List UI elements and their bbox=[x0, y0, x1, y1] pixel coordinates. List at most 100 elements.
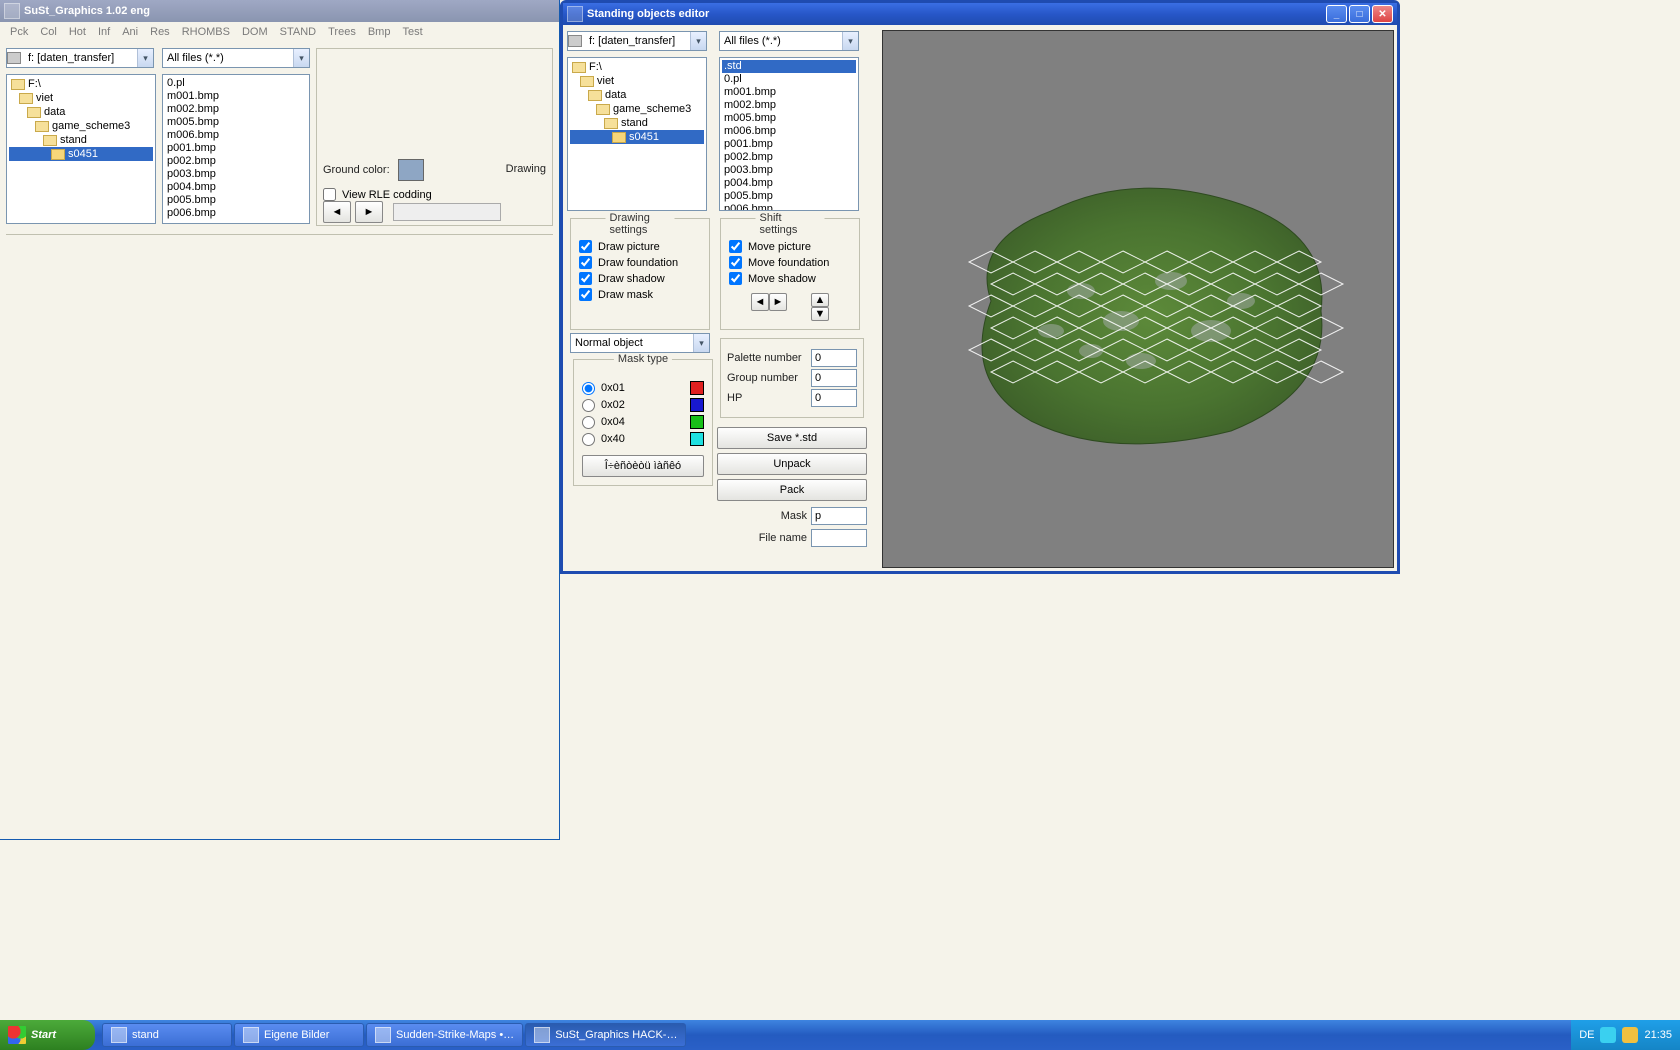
mask-0x40-radio[interactable] bbox=[582, 433, 595, 446]
move-picture-check[interactable] bbox=[729, 240, 742, 253]
tree-root[interactable]: F:\ bbox=[570, 60, 704, 74]
draw-picture-check[interactable] bbox=[579, 240, 592, 253]
menu-inf[interactable]: Inf bbox=[92, 24, 116, 40]
folder-tree-1[interactable]: F:\ viet data game_scheme3 stand s0451 bbox=[6, 74, 156, 224]
slider-track[interactable] bbox=[393, 203, 501, 221]
maximize-button[interactable]: □ bbox=[1349, 5, 1370, 23]
tree-s0451[interactable]: s0451 bbox=[570, 130, 704, 144]
filter-combo-2[interactable]: All files (*.*) bbox=[719, 31, 859, 51]
start-button[interactable]: Start bbox=[0, 1020, 95, 1050]
close-button[interactable]: ✕ bbox=[1372, 5, 1393, 23]
filter-combo-1[interactable]: All files (*.*) bbox=[162, 48, 310, 68]
chevron-down-icon[interactable] bbox=[693, 334, 709, 352]
mask-input[interactable] bbox=[811, 507, 867, 525]
lang-indicator[interactable]: DE bbox=[1579, 1029, 1594, 1041]
list-item[interactable]: .std bbox=[722, 60, 856, 73]
tree-viet[interactable]: viet bbox=[9, 91, 153, 105]
list-item[interactable]: p005.bmp bbox=[722, 190, 856, 203]
next-button[interactable]: ► bbox=[355, 201, 383, 223]
list-item[interactable]: p003.bmp bbox=[165, 168, 307, 181]
list-item[interactable]: m001.bmp bbox=[165, 90, 307, 103]
menu-hot[interactable]: Hot bbox=[63, 24, 92, 40]
preview-canvas[interactable] bbox=[882, 30, 1394, 568]
pack-button[interactable]: Pack bbox=[717, 479, 867, 501]
menu-col[interactable]: Col bbox=[34, 24, 63, 40]
list-item[interactable]: p004.bmp bbox=[165, 181, 307, 194]
tree-data[interactable]: data bbox=[570, 88, 704, 102]
tree-stand[interactable]: stand bbox=[570, 116, 704, 130]
view-rle-checkbox[interactable] bbox=[323, 188, 336, 201]
move-foundation-check[interactable] bbox=[729, 256, 742, 269]
menu-res[interactable]: Res bbox=[144, 24, 176, 40]
shift-left-button[interactable]: ◄ bbox=[751, 293, 769, 311]
list-item[interactable]: p006.bmp bbox=[722, 203, 856, 211]
tree-scheme[interactable]: game_scheme3 bbox=[570, 102, 704, 116]
list-item[interactable]: p004.bmp bbox=[722, 177, 856, 190]
chevron-down-icon[interactable] bbox=[690, 32, 706, 50]
draw-shadow-check[interactable] bbox=[579, 272, 592, 285]
menu-pck[interactable]: Pck bbox=[4, 24, 34, 40]
list-item[interactable]: m002.bmp bbox=[722, 99, 856, 112]
menu-rhombs[interactable]: RHOMBS bbox=[176, 24, 236, 40]
file-list-2[interactable]: .std 0.pl m001.bmp m002.bmp m005.bmp m00… bbox=[719, 57, 859, 211]
mask-0x02-radio[interactable] bbox=[582, 399, 595, 412]
tree-data[interactable]: data bbox=[9, 105, 153, 119]
save-std-button[interactable]: Save *.std bbox=[717, 427, 867, 449]
list-item[interactable]: m006.bmp bbox=[165, 129, 307, 142]
list-item[interactable]: m005.bmp bbox=[722, 112, 856, 125]
object-type-combo[interactable]: Normal object bbox=[570, 333, 710, 353]
chevron-down-icon[interactable] bbox=[137, 49, 153, 67]
taskbar-item-stand[interactable]: stand bbox=[102, 1023, 232, 1047]
list-item[interactable]: m005.bmp bbox=[165, 116, 307, 129]
mask-0x01-radio[interactable] bbox=[582, 382, 595, 395]
tree-root[interactable]: F:\ bbox=[9, 77, 153, 91]
taskbar-item-sust[interactable]: SuSt_Graphics HACK-… bbox=[525, 1023, 686, 1047]
list-item[interactable]: p001.bmp bbox=[722, 138, 856, 151]
list-item[interactable]: p002.bmp bbox=[165, 155, 307, 168]
list-item[interactable]: p006.bmp bbox=[165, 207, 307, 220]
menu-trees[interactable]: Trees bbox=[322, 24, 362, 40]
tray-icon[interactable] bbox=[1600, 1027, 1616, 1043]
list-item[interactable]: p002.bmp bbox=[722, 151, 856, 164]
titlebar-win2[interactable]: Standing objects editor _ □ ✕ bbox=[563, 3, 1397, 25]
tree-stand[interactable]: stand bbox=[9, 133, 153, 147]
menu-test[interactable]: Test bbox=[396, 24, 428, 40]
drive-combo-2[interactable]: f: [daten_transfer] bbox=[567, 31, 707, 51]
unpack-button[interactable]: Unpack bbox=[717, 453, 867, 475]
group-input[interactable] bbox=[811, 369, 857, 387]
taskbar-item-bilder[interactable]: Eigene Bilder bbox=[234, 1023, 364, 1047]
mask-0x04-radio[interactable] bbox=[582, 416, 595, 429]
shift-up-button[interactable]: ▲ bbox=[811, 293, 829, 307]
taskbar-item-browser[interactable]: Sudden-Strike-Maps •… bbox=[366, 1023, 523, 1047]
draw-foundation-check[interactable] bbox=[579, 256, 592, 269]
drive-combo-1[interactable]: f: [daten_transfer] bbox=[6, 48, 154, 68]
chevron-down-icon[interactable] bbox=[842, 32, 858, 50]
system-tray[interactable]: DE 21:35 bbox=[1571, 1020, 1680, 1050]
titlebar-win1[interactable]: SuSt_Graphics 1.02 eng bbox=[0, 0, 559, 22]
list-item[interactable]: p003.bmp bbox=[722, 164, 856, 177]
draw-mask-check[interactable] bbox=[579, 288, 592, 301]
prev-button[interactable]: ◄ bbox=[323, 201, 351, 223]
ground-color-swatch[interactable] bbox=[398, 159, 424, 181]
folder-tree-2[interactable]: F:\ viet data game_scheme3 stand s0451 bbox=[567, 57, 707, 211]
list-item[interactable]: m001.bmp bbox=[722, 86, 856, 99]
list-item[interactable]: 0.pl bbox=[165, 77, 307, 90]
list-item[interactable]: p001.bmp bbox=[165, 142, 307, 155]
list-item[interactable]: 0.pl bbox=[722, 73, 856, 86]
menu-bmp[interactable]: Bmp bbox=[362, 24, 397, 40]
move-shadow-check[interactable] bbox=[729, 272, 742, 285]
list-item[interactable]: m002.bmp bbox=[165, 103, 307, 116]
shift-right-button[interactable]: ► bbox=[769, 293, 787, 311]
tray-shield-icon[interactable] bbox=[1622, 1027, 1638, 1043]
palette-input[interactable] bbox=[811, 349, 857, 367]
tree-viet[interactable]: viet bbox=[570, 74, 704, 88]
file-list-1[interactable]: 0.pl m001.bmp m002.bmp m005.bmp m006.bmp… bbox=[162, 74, 310, 224]
menu-stand[interactable]: STAND bbox=[274, 24, 322, 40]
chevron-down-icon[interactable] bbox=[293, 49, 309, 67]
shift-down-button[interactable]: ▼ bbox=[811, 307, 829, 321]
tree-s0451[interactable]: s0451 bbox=[9, 147, 153, 161]
list-item[interactable]: p005.bmp bbox=[165, 194, 307, 207]
minimize-button[interactable]: _ bbox=[1326, 5, 1347, 23]
hp-input[interactable] bbox=[811, 389, 857, 407]
clock[interactable]: 21:35 bbox=[1644, 1029, 1672, 1041]
